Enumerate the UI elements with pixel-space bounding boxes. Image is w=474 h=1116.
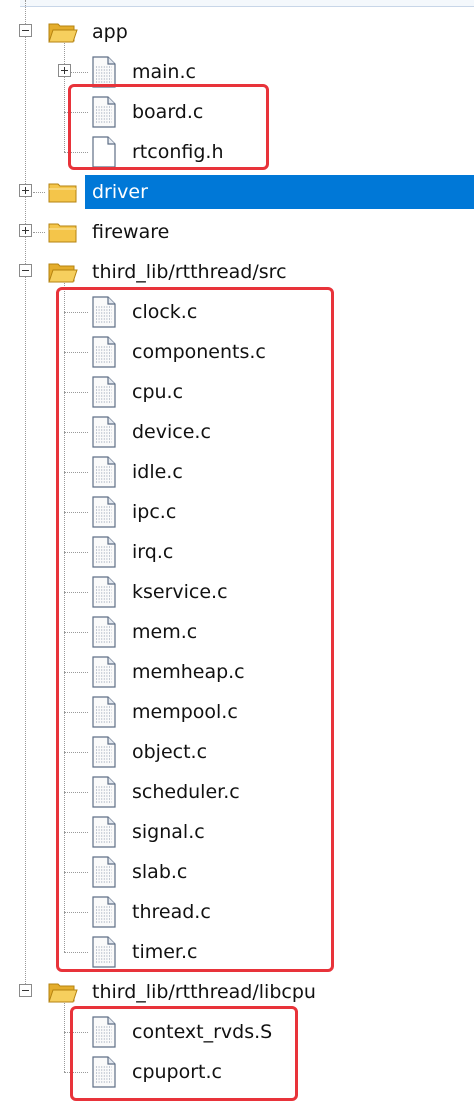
- node-label: main.c: [132, 61, 196, 83]
- tree-top-border: [20, 0, 474, 7]
- tree-node-fireware[interactable]: fireware: [0, 212, 474, 252]
- expand-toggle-icon[interactable]: [19, 184, 32, 197]
- collapse-toggle-icon[interactable]: [19, 984, 32, 997]
- expand-toggle-icon[interactable]: [19, 224, 32, 237]
- folder-open-icon: [48, 261, 78, 283]
- tree-node-rtthread-src[interactable]: third_lib/rtthread/src: [0, 252, 474, 292]
- folder-icon: [48, 181, 78, 203]
- collapse-toggle-icon[interactable]: [19, 24, 32, 37]
- node-label: fireware: [92, 221, 170, 243]
- folder-open-icon: [48, 21, 78, 43]
- node-label: app: [92, 21, 128, 43]
- node-label: driver: [92, 181, 148, 203]
- project-tree: app main.c board.c rtconfig.h driver fir…: [0, 0, 474, 1116]
- tree-node-app[interactable]: app: [0, 12, 474, 52]
- folder-icon: [48, 221, 78, 243]
- folder-open-icon: [48, 981, 78, 1003]
- node-label: third_lib/rtthread/src: [92, 261, 287, 283]
- annotation-box-app-files: [68, 84, 269, 170]
- annotation-box-src-files: [56, 287, 334, 972]
- node-label: third_lib/rtthread/libcpu: [92, 981, 316, 1003]
- annotation-box-libcpu-files: [70, 1006, 298, 1101]
- tree-node-driver[interactable]: driver: [0, 172, 474, 212]
- tree-connector: [33, 192, 45, 193]
- expand-toggle-icon[interactable]: [58, 64, 71, 77]
- collapse-toggle-icon[interactable]: [19, 264, 32, 277]
- tree-connector: [33, 232, 45, 233]
